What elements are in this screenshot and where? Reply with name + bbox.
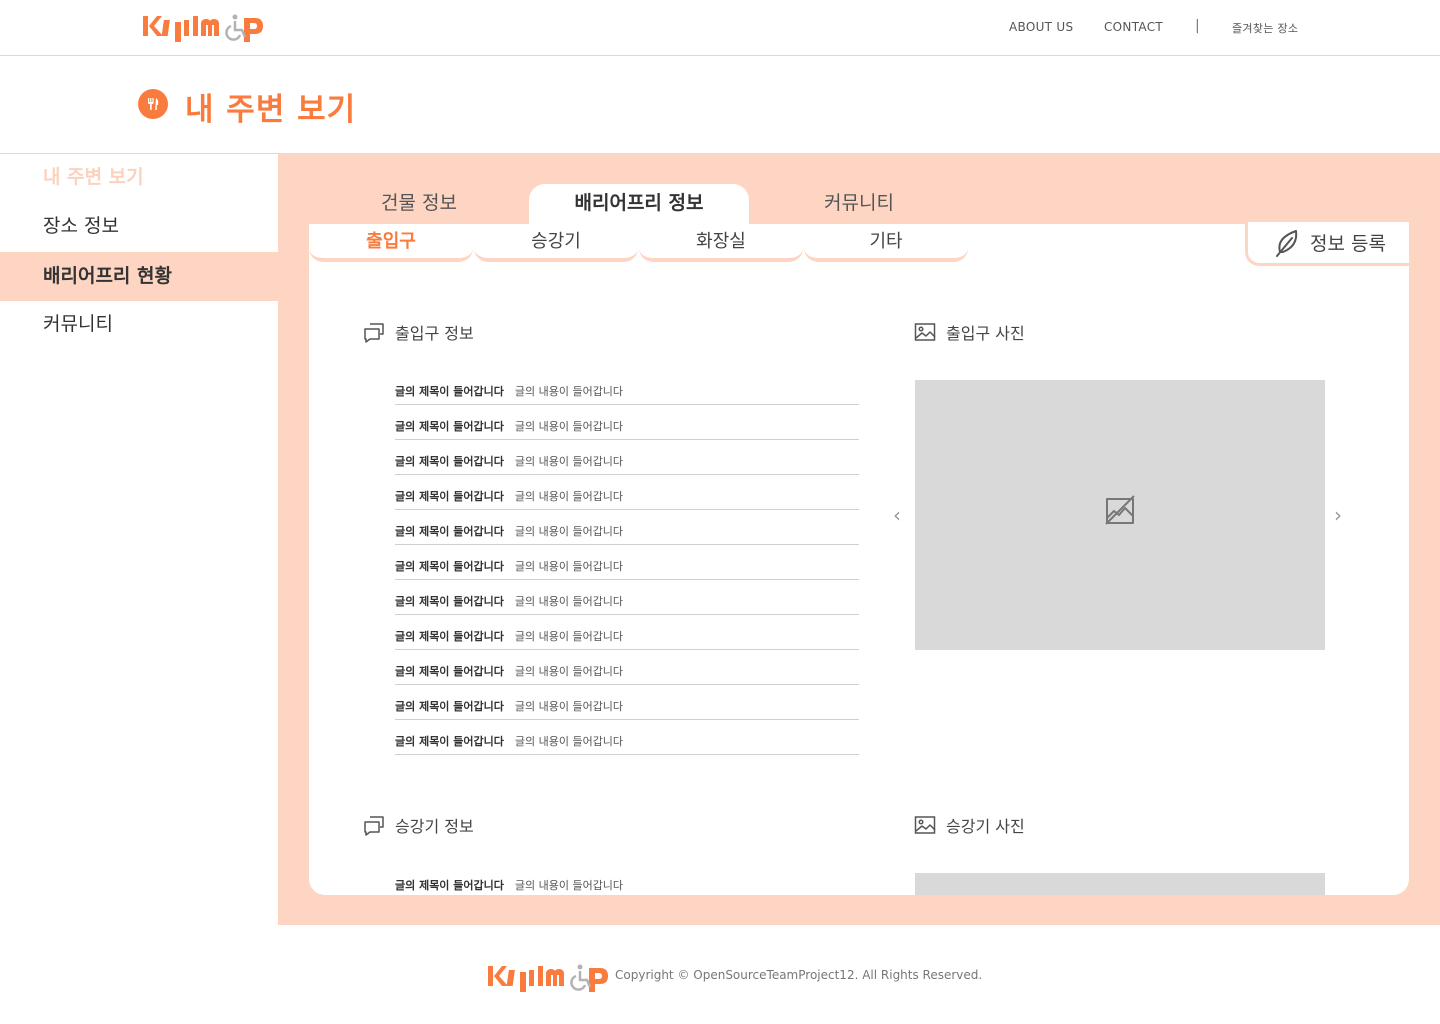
elevator-info-heading: 승강기 정보 bbox=[363, 813, 474, 837]
list-item-content: 글의 내용이 들어갑니다 bbox=[514, 490, 624, 503]
sidebar-item-barrier-free-status[interactable]: 배리어프리 현황 bbox=[0, 252, 278, 301]
list-item[interactable]: 글의 제목이 들어갑니다 글의 내용이 들어갑니다 bbox=[395, 720, 859, 755]
subtab-elevator[interactable]: 승강기 bbox=[474, 224, 638, 262]
list-item-content: 글의 내용이 들어갑니다 bbox=[514, 735, 624, 748]
entrance-info-heading: 출입구 정보 bbox=[363, 320, 474, 344]
chat-bubble-icon bbox=[364, 323, 384, 343]
list-item[interactable]: 글의 제목이 들어갑니다 글의 내용이 들어갑니다 bbox=[395, 615, 859, 650]
footer-logo bbox=[488, 964, 608, 992]
list-item-content: 글의 내용이 들어갑니다 bbox=[514, 595, 624, 608]
list-item[interactable]: 글의 제목이 들어갑니다 글의 내용이 들어갑니다 bbox=[395, 510, 859, 545]
subtab-entrance[interactable]: 출입구 bbox=[309, 224, 473, 262]
list-item-title: 글의 제목이 들어갑니다 bbox=[395, 735, 504, 748]
list-item[interactable]: 글의 제목이 들어갑니다 글의 내용이 들어갑니다 bbox=[395, 475, 859, 510]
page-title: 내 주변 보기 bbox=[185, 92, 357, 128]
elevator-photo-placeholder bbox=[915, 873, 1325, 895]
list-item[interactable]: 글의 제목이 들어갑니다 글의 내용이 들어갑니다 bbox=[395, 440, 859, 475]
chevron-right-icon[interactable]: › bbox=[1334, 503, 1342, 527]
elevator-photo-title: 승강기 사진 bbox=[946, 817, 1025, 836]
subtab-other[interactable]: 기타 bbox=[804, 224, 968, 262]
list-item-title: 글의 제목이 들어갑니다 bbox=[395, 455, 504, 468]
list-item[interactable]: 글의 제목이 들어갑니다 글의 내용이 들어갑니다 bbox=[395, 863, 859, 898]
register-info-button[interactable]: 정보 등록 bbox=[1245, 222, 1409, 266]
chevron-left-icon[interactable]: ‹ bbox=[893, 503, 901, 527]
list-item-content: 글의 내용이 들어갑니다 bbox=[514, 455, 624, 468]
tab-barrier-free-info[interactable]: 배리어프리 정보 bbox=[529, 184, 749, 224]
list-item-title: 글의 제목이 들어갑니다 bbox=[395, 420, 504, 433]
list-item[interactable]: 글의 제목이 들어갑니다 글의 내용이 들어갑니다 bbox=[395, 685, 859, 720]
list-item-content: 글의 내용이 들어갑니다 bbox=[514, 420, 624, 433]
elevator-info-title: 승강기 정보 bbox=[395, 817, 474, 836]
entrance-photo-heading: 출입구 사진 bbox=[914, 320, 1025, 344]
image-icon bbox=[914, 816, 936, 834]
sidebar-item-community[interactable]: 커뮤니티 bbox=[0, 300, 278, 349]
list-item[interactable]: 글의 제목이 들어갑니다 글의 내용이 들어갑니다 bbox=[395, 370, 859, 405]
list-item-content: 글의 내용이 들어갑니다 bbox=[514, 879, 624, 892]
register-info-label: 정보 등록 bbox=[1310, 233, 1386, 255]
list-item[interactable]: 글의 제목이 들어갑니다 글의 내용이 들어갑니다 bbox=[395, 405, 859, 440]
list-item-content: 글의 내용이 들어갑니다 bbox=[514, 700, 624, 713]
nav-about-us[interactable]: ABOUT US bbox=[1009, 20, 1073, 34]
list-item[interactable]: 글의 제목이 들어갑니다 글의 내용이 들어갑니다 bbox=[395, 545, 859, 580]
fork-knife-icon bbox=[138, 89, 168, 119]
tab-building-info[interactable]: 건물 정보 bbox=[309, 184, 529, 224]
feather-icon bbox=[1276, 229, 1298, 257]
entrance-photo-title: 출입구 사진 bbox=[946, 324, 1025, 343]
copyright-text: Copyright © OpenSourceTeamProject12. All… bbox=[615, 968, 983, 982]
image-icon bbox=[914, 323, 936, 341]
list-item-title: 글의 제목이 들어갑니다 bbox=[395, 525, 504, 538]
site-footer: Copyright © OpenSourceTeamProject12. All… bbox=[0, 960, 1440, 992]
entrance-photo-placeholder bbox=[915, 380, 1325, 650]
nav-contact[interactable]: CONTACT bbox=[1104, 20, 1163, 34]
broken-image-icon bbox=[1105, 495, 1135, 525]
list-item-content: 글의 내용이 들어갑니다 bbox=[514, 525, 624, 538]
entrance-info-title: 출입구 정보 bbox=[395, 324, 474, 343]
nav-favorites[interactable]: 즐겨찾는 장소 bbox=[1232, 20, 1298, 36]
list-item-content: 글의 내용이 들어갑니다 bbox=[514, 665, 624, 678]
list-item[interactable]: 글의 제목이 들어갑니다 글의 내용이 들어갑니다 bbox=[395, 650, 859, 685]
sidebar-item-nearby[interactable]: 내 주변 보기 bbox=[0, 153, 278, 202]
list-item-title: 글의 제목이 들어갑니다 bbox=[395, 630, 504, 643]
list-item-title: 글의 제목이 들어갑니다 bbox=[395, 560, 504, 573]
list-item[interactable]: 글의 제목이 들어갑니다 글의 내용이 들어갑니다 bbox=[395, 580, 859, 615]
tab-community[interactable]: 커뮤니티 bbox=[749, 184, 969, 224]
list-item-title: 글의 제목이 들어갑니다 bbox=[395, 595, 504, 608]
list-item-title: 글의 제목이 들어갑니다 bbox=[395, 700, 504, 713]
list-item-content: 글의 내용이 들어갑니다 bbox=[514, 385, 624, 398]
elevator-photo-heading: 승강기 사진 bbox=[914, 813, 1025, 837]
site-header: ABOUT US CONTACT | 즐겨찾는 장소 bbox=[0, 0, 1440, 56]
chat-bubble-icon bbox=[364, 816, 384, 836]
site-logo[interactable] bbox=[141, 12, 267, 44]
nav-separator: | bbox=[1195, 18, 1201, 34]
list-item-title: 글의 제목이 들어갑니다 bbox=[395, 490, 504, 503]
list-item-content: 글의 내용이 들어갑니다 bbox=[514, 560, 624, 573]
list-item-title: 글의 제목이 들어갑니다 bbox=[395, 385, 504, 398]
list-item-content: 글의 내용이 들어갑니다 bbox=[514, 630, 624, 643]
list-item-title: 글의 제목이 들어갑니다 bbox=[395, 879, 504, 892]
subtab-restroom[interactable]: 화장실 bbox=[639, 224, 803, 262]
sidebar-item-place-info[interactable]: 장소 정보 bbox=[0, 202, 278, 251]
list-item-title: 글의 제목이 들어갑니다 bbox=[395, 665, 504, 678]
